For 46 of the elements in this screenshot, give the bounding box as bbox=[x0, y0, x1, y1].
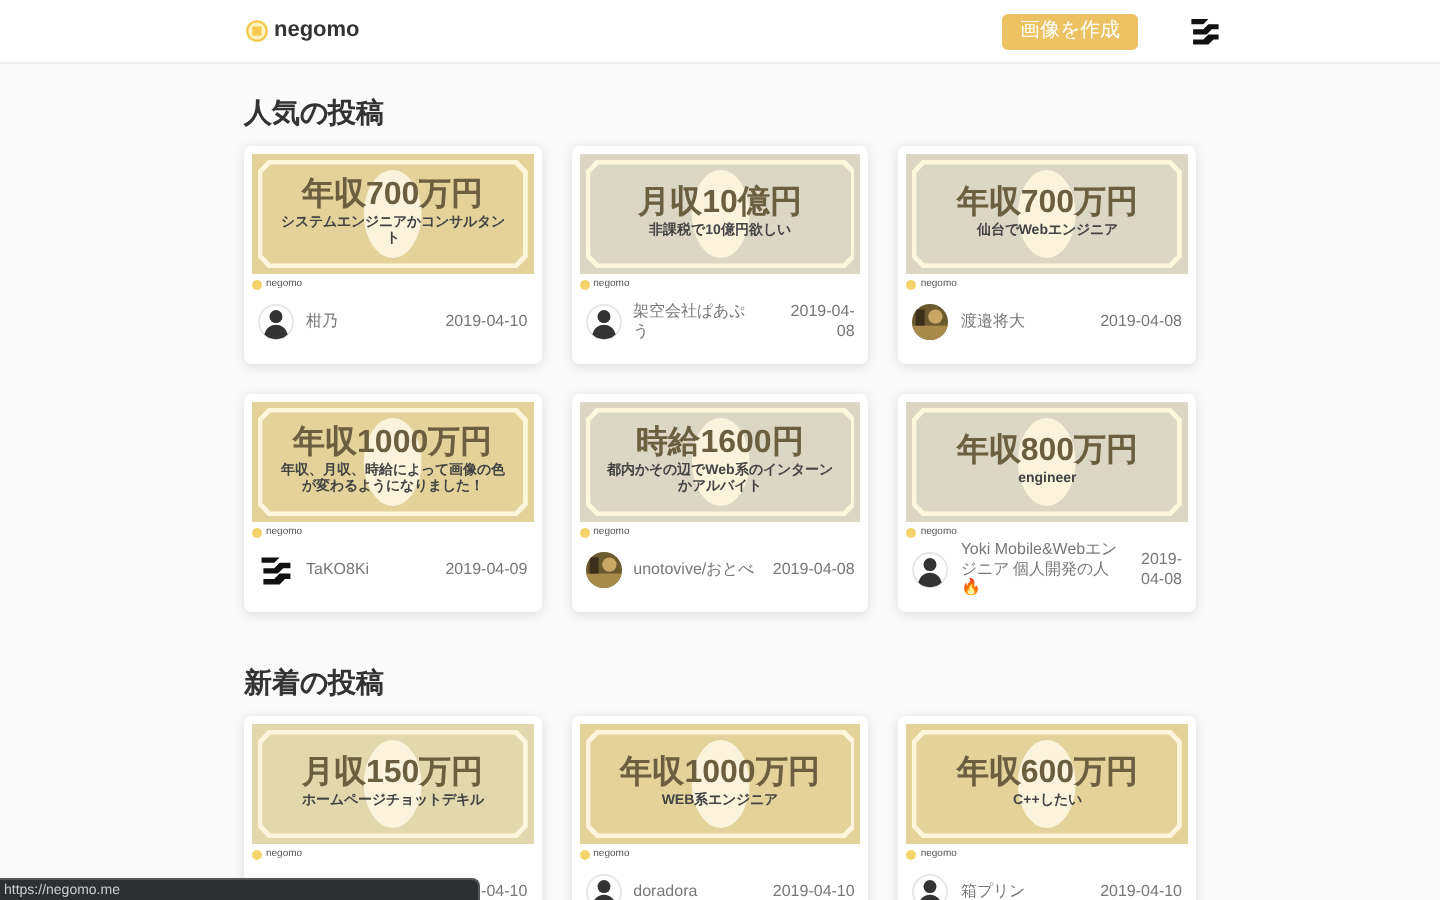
brand-icon bbox=[252, 279, 262, 289]
post-date: 2019-04-08 bbox=[772, 559, 855, 579]
post-date: 2019-04-08 bbox=[1100, 311, 1182, 331]
amount-text: 月収150万円 bbox=[301, 757, 484, 790]
post-date: -04-10 bbox=[481, 881, 528, 900]
user-avatar-icon bbox=[585, 873, 622, 900]
section-title: 人気の投稿 bbox=[244, 94, 386, 130]
author-name[interactable]: 渡邉将大 bbox=[960, 311, 1089, 331]
brand-icon bbox=[579, 849, 590, 859]
user-avatar-icon bbox=[912, 873, 949, 900]
user-avatar-icon bbox=[585, 303, 622, 339]
logo-icon[interactable] bbox=[246, 20, 268, 42]
author-name[interactable]: 箱プリン bbox=[960, 881, 1089, 900]
zigzag-avatar-icon bbox=[258, 551, 294, 587]
user-avatar-icon bbox=[1188, 14, 1222, 48]
brand-icon bbox=[906, 527, 917, 537]
brand-icon bbox=[252, 849, 262, 859]
author-name[interactable]: 架空会社ぱあぷう bbox=[633, 301, 761, 341]
amount-text: 年収700万円 bbox=[301, 179, 484, 212]
author-name[interactable]: 柑乃 bbox=[306, 311, 434, 331]
post-date: 2019-04-08 bbox=[788, 301, 855, 341]
amount-text: 年収600万円 bbox=[956, 757, 1139, 790]
user-avatar-icon bbox=[258, 303, 294, 339]
brand-icon bbox=[579, 279, 590, 289]
amount-text: 年収800万円 bbox=[956, 435, 1139, 468]
post-date: 2019-04-10 bbox=[772, 881, 855, 900]
amount-text: 年収1000万円 bbox=[620, 757, 820, 790]
brand-icon bbox=[906, 279, 917, 289]
logo-text[interactable]: negomo bbox=[274, 14, 360, 48]
post-date: 2019-04-10 bbox=[1100, 881, 1182, 900]
post-date: 2019-04-08 bbox=[1139, 549, 1182, 589]
author-name[interactable]: Yoki Mobile&Webエンジニア 個人開発の人🔥 bbox=[960, 540, 1128, 598]
post-date: 2019-04-10 bbox=[445, 311, 528, 331]
brand-icon bbox=[579, 527, 590, 537]
amount-text: 年収700万円 bbox=[956, 187, 1139, 220]
brand-icon bbox=[906, 849, 917, 859]
amount-text: 月収10億円 bbox=[638, 187, 802, 220]
author-name[interactable]: doradora bbox=[633, 881, 761, 900]
amount-text: 時給1600円 bbox=[636, 427, 804, 460]
amount-text: 年収1000万円 bbox=[293, 427, 493, 460]
post-date: 2019-04-09 bbox=[445, 559, 528, 579]
user-avatar-icon bbox=[912, 551, 949, 587]
author-name[interactable]: TaKO8Ki bbox=[306, 559, 434, 579]
section-title: 新着の投稿 bbox=[244, 664, 386, 700]
brand-icon bbox=[252, 527, 262, 537]
author-name[interactable]: unotovive/おとべ bbox=[633, 559, 761, 579]
